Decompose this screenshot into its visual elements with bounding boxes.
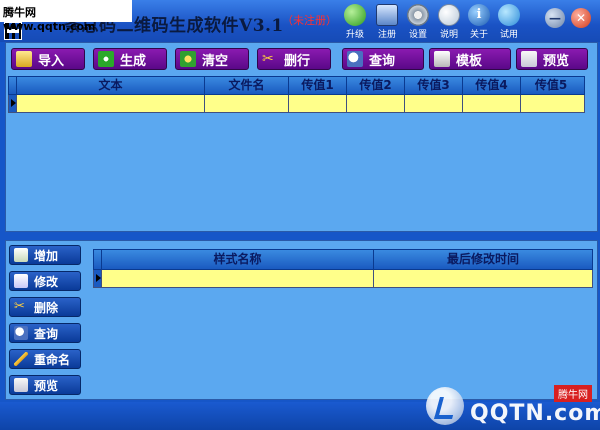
clear-label: 清空 [202, 53, 229, 69]
register-icon [376, 4, 398, 26]
add-label: 增加 [34, 248, 59, 263]
column-header-style-name[interactable]: 样式名称 [102, 250, 374, 269]
import-label: 导入 [38, 53, 65, 69]
style-query-button[interactable]: 查询 [9, 323, 81, 343]
magnifier-icon [347, 51, 363, 67]
row-indicator-icon [9, 95, 17, 112]
minimize-button[interactable]: — [545, 8, 565, 28]
template-icon [434, 51, 450, 67]
style-preview-label: 预览 [34, 378, 59, 393]
minimize-icon: — [549, 11, 561, 25]
help-button[interactable]: 说明 [434, 4, 464, 40]
delete-icon: ✂ [14, 299, 25, 314]
settings-button[interactable]: 设置 [403, 4, 433, 40]
column-header-value4[interactable]: 传值4 [463, 77, 521, 94]
cell-style-name[interactable] [102, 270, 374, 287]
register-button[interactable]: 注册 [372, 4, 402, 40]
template-button[interactable]: 模板 [429, 48, 511, 70]
upgrade-button[interactable]: 升级 [340, 4, 370, 40]
edit-label: 修改 [34, 274, 59, 289]
delete-row-label: 删行 [284, 53, 311, 69]
add-button[interactable]: 增加 [9, 245, 81, 265]
upgrade-icon [344, 4, 366, 26]
delete-row-button[interactable]: ✂ 删行 [257, 48, 331, 70]
close-icon: ✕ [575, 11, 587, 25]
column-header-value1[interactable]: 传值1 [289, 77, 347, 94]
header-indicator-cell [9, 77, 17, 94]
watermark-bottom-right: QQTN.com 腾牛网 [418, 383, 600, 430]
brand-text: QQTN.com [470, 401, 600, 426]
style-query-label: 查询 [34, 326, 59, 341]
help-label: 说明 [439, 30, 458, 40]
settings-label: 设置 [408, 30, 427, 40]
info-icon: i [468, 4, 490, 26]
data-grid[interactable]: 文本 文件名 传值1 传值2 传值3 传值4 传值5 [8, 76, 585, 113]
magnifier-icon [14, 326, 28, 340]
column-header-modified-time[interactable]: 最后修改时间 [374, 250, 592, 269]
query-label: 查询 [369, 53, 396, 69]
column-header-value5[interactable]: 传值5 [521, 77, 581, 94]
cell-modified-time[interactable] [374, 270, 592, 287]
cell-value3[interactable] [405, 95, 463, 112]
about-label: 关于 [469, 30, 488, 40]
delete-icon: ✂ [262, 51, 274, 67]
cell-value2[interactable] [347, 95, 405, 112]
rename-label: 重命名 [34, 352, 71, 367]
column-header-value2[interactable]: 传值2 [347, 77, 405, 94]
upgrade-label: 升级 [345, 30, 364, 40]
query-button[interactable]: 查询 [342, 48, 424, 70]
edit-button[interactable]: 修改 [9, 271, 81, 291]
import-button[interactable]: 导入 [11, 48, 85, 70]
cell-filename[interactable] [205, 95, 289, 112]
brand-small-text: 腾牛网 [554, 385, 592, 402]
cell-value4[interactable] [463, 95, 521, 112]
style-preview-button[interactable]: 预览 [9, 375, 81, 395]
style-panel: 增加 修改 ✂ 删除 查询 重命名 预览 样式名称 最后修改时间 [5, 240, 598, 400]
cell-text[interactable] [17, 95, 205, 112]
settings-icon [407, 4, 429, 26]
cell-value5[interactable] [521, 95, 581, 112]
edit-icon [14, 274, 28, 288]
rename-button[interactable]: 重命名 [9, 349, 81, 369]
brand-logo-icon [426, 387, 464, 425]
column-header-value3[interactable]: 传值3 [405, 77, 463, 94]
generate-button[interactable]: 生成 [93, 48, 167, 70]
generate-label: 生成 [120, 53, 147, 69]
table-row[interactable] [93, 270, 593, 288]
about-button[interactable]: i 关于 [464, 4, 494, 40]
preview-icon [14, 378, 28, 392]
template-label: 模板 [456, 53, 483, 69]
import-icon [16, 51, 32, 67]
close-button[interactable]: ✕ [571, 8, 591, 28]
column-header-filename[interactable]: 文件名 [205, 77, 289, 94]
play-icon [98, 51, 114, 67]
cell-value1[interactable] [289, 95, 347, 112]
preview-button[interactable]: 预览 [516, 48, 588, 70]
column-header-text[interactable]: 文本 [17, 77, 205, 94]
pencil-icon [14, 352, 28, 366]
style-grid-header: 样式名称 最后修改时间 [93, 249, 593, 270]
delete-label: 删除 [34, 300, 59, 315]
table-row[interactable] [8, 95, 585, 113]
data-grid-header: 文本 文件名 传值1 传值2 传值3 传值4 传值5 [8, 76, 585, 95]
trial-button[interactable]: 试用 [494, 4, 524, 40]
globe-icon [498, 4, 520, 26]
preview-icon [521, 51, 537, 67]
header-indicator-cell [94, 250, 102, 269]
delete-button[interactable]: ✂ 删除 [9, 297, 81, 317]
preview-label: 预览 [543, 53, 570, 69]
data-panel: 导入 生成 清空 ✂ 删行 查询 模板 预览 文本 文件名 传值1 传值2 传值… [5, 42, 598, 232]
watermark-top-left: 腾牛网 www.qqtn.com [0, 0, 132, 33]
clear-icon [180, 51, 196, 67]
style-grid[interactable]: 样式名称 最后修改时间 [93, 249, 593, 288]
add-icon [14, 248, 28, 262]
help-disc-icon [438, 4, 460, 26]
trial-label: 试用 [499, 30, 518, 40]
clear-button[interactable]: 清空 [175, 48, 249, 70]
row-indicator-icon [94, 270, 102, 287]
register-label: 注册 [377, 30, 396, 40]
register-status: （未注册） [282, 14, 337, 27]
